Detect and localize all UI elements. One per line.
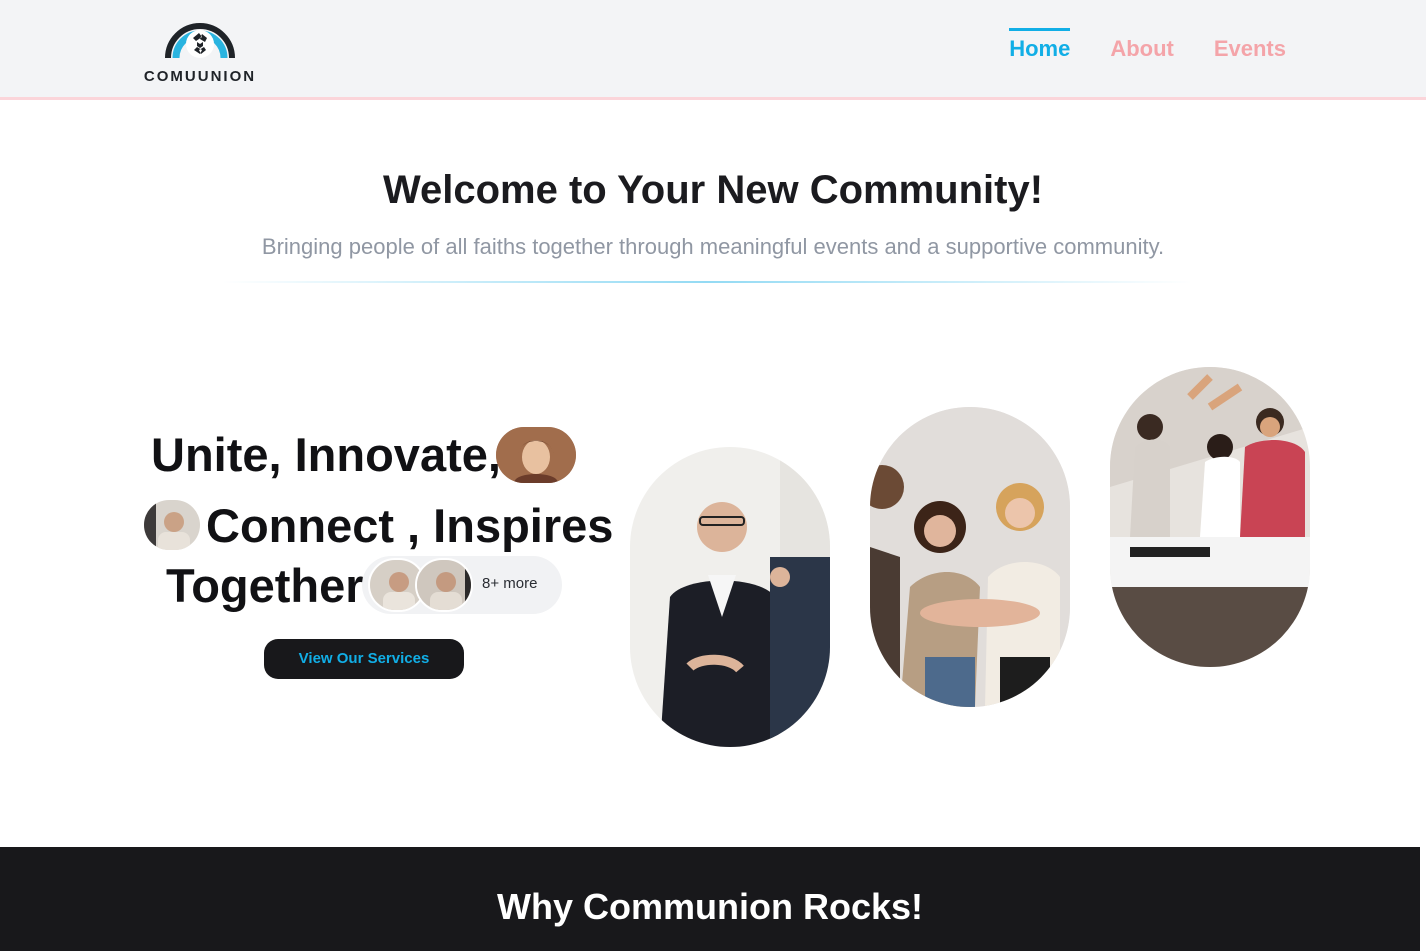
avatar-photo	[415, 558, 473, 612]
logo[interactable]: COMUUNION	[133, 10, 267, 86]
divider	[222, 281, 1192, 283]
hero-line-3: Together	[166, 559, 364, 612]
hero-line-1: Unite, Innovate,	[151, 428, 501, 481]
logo-text: COMUUNION	[143, 68, 257, 85]
nav-home[interactable]: Home	[1009, 28, 1071, 70]
nav-events[interactable]: Events	[1214, 28, 1286, 70]
more-members-label: 8+ more	[482, 575, 538, 592]
main-nav: Home About Events	[1009, 28, 1286, 70]
team-hands-photo	[870, 407, 1070, 707]
view-services-button[interactable]: View Our Services	[264, 639, 464, 679]
avatar-photo	[142, 498, 202, 552]
welcome-title: Welcome to Your New Community!	[382, 168, 1044, 212]
businessman-photo	[630, 447, 830, 747]
logo-icon	[165, 23, 235, 59]
nav-about[interactable]: About	[1110, 28, 1174, 70]
features-title: Why Communion Rocks!	[496, 886, 923, 927]
office-celebration-photo	[1110, 367, 1310, 667]
woman-portrait-photo	[496, 427, 576, 483]
site-header: COMUUNION Home About Events	[0, 0, 1426, 100]
welcome-subtitle: Bringing people of all faiths together t…	[261, 234, 1165, 259]
hero-line-2: Connect , Inspires	[206, 499, 614, 552]
